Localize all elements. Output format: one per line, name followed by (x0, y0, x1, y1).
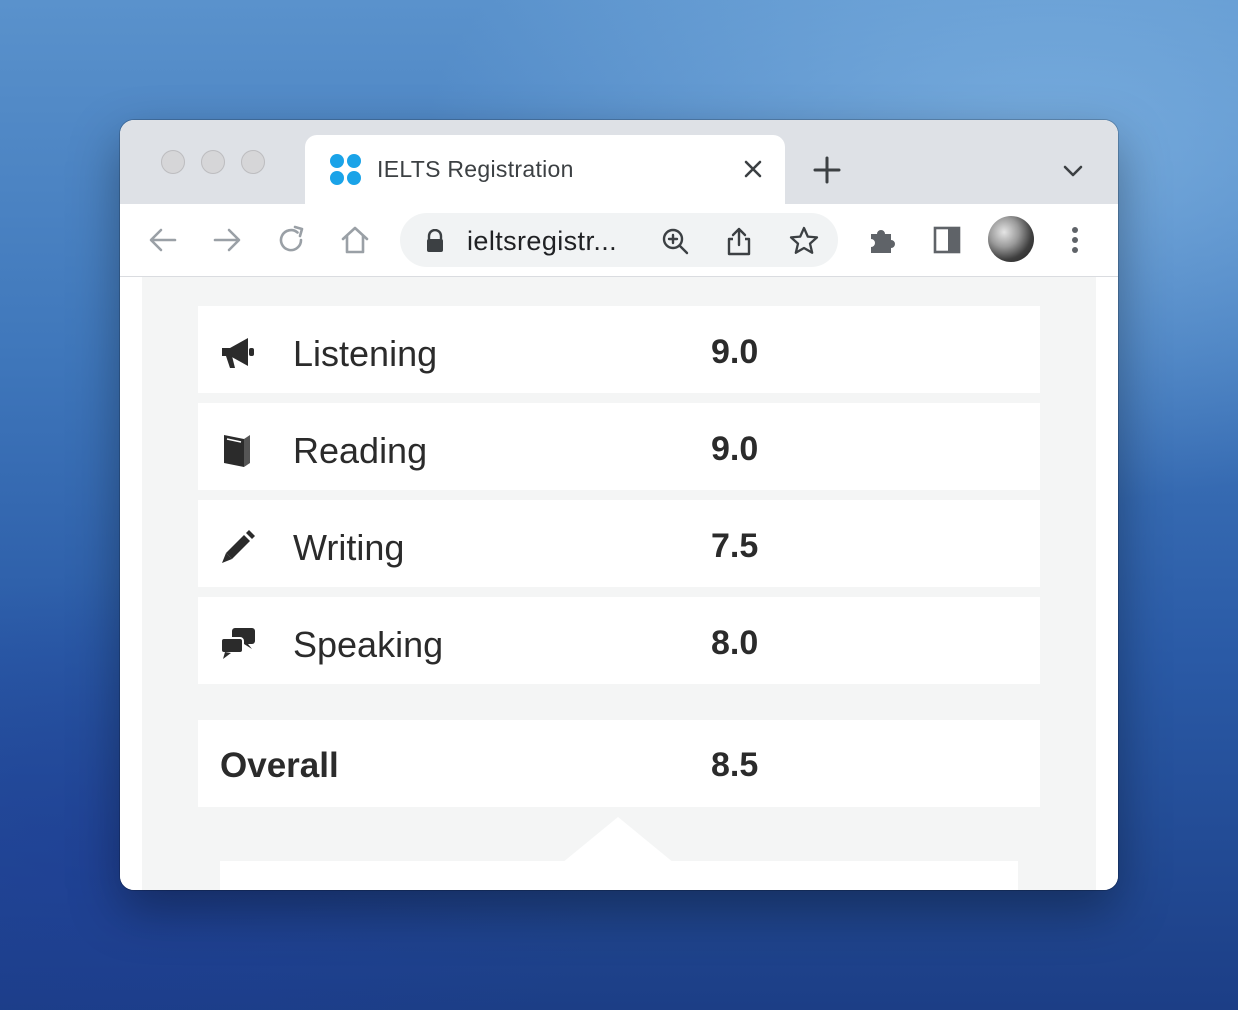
reload-icon[interactable] (273, 222, 309, 258)
lower-card (220, 861, 1018, 890)
overall-row: Overall 8.5 (198, 720, 1040, 807)
score-label: Listening (293, 333, 438, 374)
address-bar[interactable]: ieltsregistr... (400, 213, 838, 267)
pencil-icon (222, 530, 255, 563)
megaphone-icon (222, 338, 254, 368)
lock-icon[interactable] (424, 229, 446, 253)
page-content: Listening 9.0 Reading 9.0 Writing 7.5 Sp… (120, 277, 1118, 890)
score-label: Reading (293, 430, 428, 471)
zoom-window-button[interactable] (241, 150, 265, 174)
score-row-listening: Listening 9.0 (198, 306, 1040, 393)
forward-icon[interactable] (209, 222, 245, 258)
tab-strip: IELTS Registration (120, 120, 1118, 204)
side-panel-icon[interactable] (929, 222, 965, 258)
ielts-favicon-icon (330, 154, 361, 185)
profile-avatar[interactable] (988, 216, 1034, 262)
overall-score: 8.5 (711, 746, 759, 784)
more-menu-icon[interactable] (1057, 222, 1093, 258)
close-window-button[interactable] (161, 150, 185, 174)
browser-window: IELTS Registration ieltsregistr... Liste… (120, 120, 1118, 890)
tab-title: IELTS Registration (377, 156, 574, 182)
overall-label: Overall (220, 746, 339, 785)
home-icon[interactable] (337, 222, 373, 258)
book-icon (224, 435, 250, 467)
tab-ielts-registration[interactable]: IELTS Registration (305, 135, 785, 204)
minimize-window-button[interactable] (201, 150, 225, 174)
score-label: Speaking (293, 624, 444, 665)
bookmark-star-icon[interactable] (788, 225, 820, 257)
score-value: 8.0 (711, 624, 759, 662)
extensions-puzzle-icon[interactable] (865, 222, 901, 258)
browser-toolbar: ieltsregistr... (120, 204, 1118, 277)
back-icon[interactable] (145, 222, 181, 258)
close-tab-icon[interactable] (739, 155, 767, 183)
score-label: Writing (293, 527, 405, 568)
card-pointer-arrow (562, 817, 674, 863)
zoom-icon[interactable] (660, 226, 690, 256)
score-row-writing: Writing 7.5 (198, 500, 1040, 587)
share-icon[interactable] (724, 225, 754, 257)
score-value: 9.0 (711, 430, 759, 468)
results-panel: Listening 9.0 Reading 9.0 Writing 7.5 Sp… (142, 277, 1096, 890)
score-value: 7.5 (711, 527, 759, 565)
score-row-speaking: Speaking 8.0 (198, 597, 1040, 684)
comments-icon (220, 628, 255, 659)
score-row-reading: Reading 9.0 (198, 403, 1040, 490)
url-text[interactable]: ieltsregistr... (467, 226, 617, 257)
score-value: 9.0 (711, 333, 759, 371)
new-tab-icon[interactable] (812, 155, 842, 185)
tab-search-chevron-icon[interactable] (1060, 158, 1086, 184)
